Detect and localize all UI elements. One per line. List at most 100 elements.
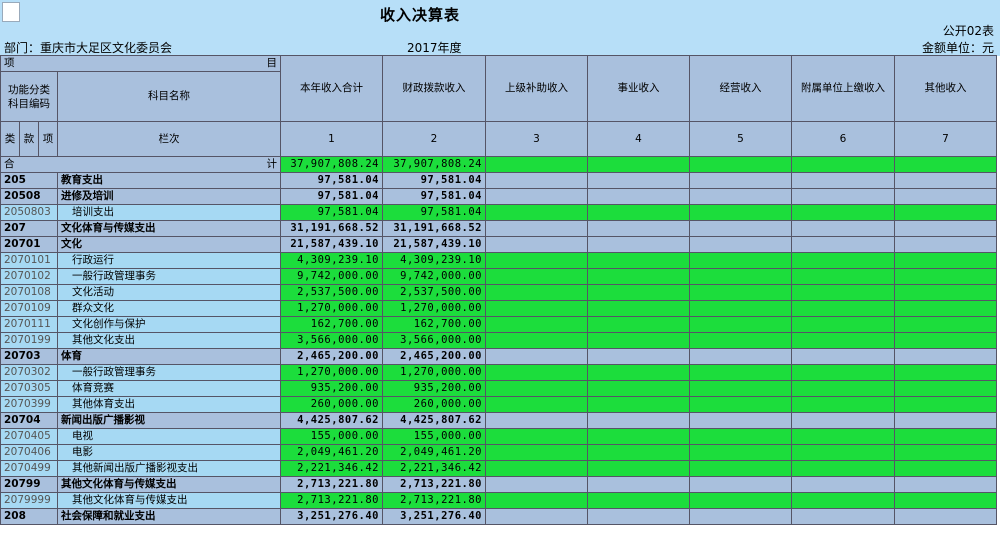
amount-col5-cell[interactable] bbox=[689, 380, 792, 397]
amount-col5-cell[interactable] bbox=[689, 236, 792, 253]
subject-name-cell[interactable]: 进修及培训 bbox=[57, 188, 281, 205]
subject-code-cell[interactable]: 2070399 bbox=[0, 396, 58, 413]
amount-col4-cell[interactable] bbox=[587, 188, 690, 205]
subject-code-cell[interactable]: 2070405 bbox=[0, 428, 58, 445]
subject-name-cell[interactable]: 电影 bbox=[57, 444, 281, 461]
amount-col5-cell[interactable] bbox=[689, 460, 792, 477]
amount-col2-cell[interactable]: 97,581.04 bbox=[382, 204, 486, 221]
amount-col7-cell[interactable] bbox=[894, 508, 997, 525]
amount-col7-cell[interactable] bbox=[894, 236, 997, 253]
amount-col6-cell[interactable] bbox=[791, 444, 895, 461]
amount-col3-cell[interactable] bbox=[485, 412, 588, 429]
subject-code-cell[interactable]: 2050803 bbox=[0, 204, 58, 221]
amount-col7-cell[interactable] bbox=[894, 284, 997, 301]
subject-name-cell[interactable]: 一般行政管理事务 bbox=[57, 268, 281, 285]
amount-col3-cell[interactable] bbox=[485, 364, 588, 381]
amount-col5-cell[interactable] bbox=[689, 172, 792, 189]
subject-code-cell[interactable]: 2070108 bbox=[0, 284, 58, 301]
amount-col6-cell[interactable] bbox=[791, 268, 895, 285]
amount-col3-cell[interactable] bbox=[485, 492, 588, 509]
amount-col1-cell[interactable]: 2,713,221.80 bbox=[280, 492, 383, 509]
amount-col5-cell[interactable] bbox=[689, 332, 792, 349]
amount-col1-cell[interactable]: 3,251,276.40 bbox=[280, 508, 383, 525]
total-col1-cell[interactable]: 37,907,808.24 bbox=[280, 156, 383, 173]
total-col5-cell[interactable] bbox=[689, 156, 792, 173]
amount-col2-cell[interactable]: 2,713,221.80 bbox=[382, 492, 486, 509]
amount-col1-cell[interactable]: 1,270,000.00 bbox=[280, 300, 383, 317]
amount-col7-cell[interactable] bbox=[894, 332, 997, 349]
subject-code-cell[interactable]: 2070406 bbox=[0, 444, 58, 461]
amount-col2-cell[interactable]: 97,581.04 bbox=[382, 172, 486, 189]
amount-col3-cell[interactable] bbox=[485, 252, 588, 269]
amount-col2-cell[interactable]: 97,581.04 bbox=[382, 188, 486, 205]
amount-col3-cell[interactable] bbox=[485, 300, 588, 317]
amount-col5-cell[interactable] bbox=[689, 396, 792, 413]
amount-col5-cell[interactable] bbox=[689, 268, 792, 285]
amount-col1-cell[interactable]: 4,309,239.10 bbox=[280, 252, 383, 269]
amount-col3-cell[interactable] bbox=[485, 204, 588, 221]
amount-col6-cell[interactable] bbox=[791, 428, 895, 445]
amount-col7-cell[interactable] bbox=[894, 204, 997, 221]
amount-col2-cell[interactable]: 3,251,276.40 bbox=[382, 508, 486, 525]
amount-col4-cell[interactable] bbox=[587, 492, 690, 509]
subject-name-cell[interactable]: 群众文化 bbox=[57, 300, 281, 317]
amount-col5-cell[interactable] bbox=[689, 476, 792, 493]
amount-col1-cell[interactable]: 260,000.00 bbox=[280, 396, 383, 413]
amount-col7-cell[interactable] bbox=[894, 220, 997, 237]
amount-col5-cell[interactable] bbox=[689, 348, 792, 365]
amount-col3-cell[interactable] bbox=[485, 348, 588, 365]
amount-col5-cell[interactable] bbox=[689, 508, 792, 525]
amount-col4-cell[interactable] bbox=[587, 364, 690, 381]
amount-col7-cell[interactable] bbox=[894, 348, 997, 365]
amount-col7-cell[interactable] bbox=[894, 428, 997, 445]
subject-name-cell[interactable]: 文化创作与保护 bbox=[57, 316, 281, 333]
amount-col1-cell[interactable]: 2,049,461.20 bbox=[280, 444, 383, 461]
amount-col2-cell[interactable]: 4,425,807.62 bbox=[382, 412, 486, 429]
subject-code-cell[interactable]: 2070111 bbox=[0, 316, 58, 333]
subject-code-cell[interactable]: 208 bbox=[0, 508, 58, 525]
amount-col6-cell[interactable] bbox=[791, 220, 895, 237]
amount-col6-cell[interactable] bbox=[791, 460, 895, 477]
amount-col5-cell[interactable] bbox=[689, 316, 792, 333]
amount-col5-cell[interactable] bbox=[689, 220, 792, 237]
amount-col4-cell[interactable] bbox=[587, 348, 690, 365]
amount-col1-cell[interactable]: 9,742,000.00 bbox=[280, 268, 383, 285]
amount-col5-cell[interactable] bbox=[689, 300, 792, 317]
amount-col6-cell[interactable] bbox=[791, 316, 895, 333]
amount-col1-cell[interactable]: 1,270,000.00 bbox=[280, 364, 383, 381]
amount-col3-cell[interactable] bbox=[485, 332, 588, 349]
amount-col4-cell[interactable] bbox=[587, 412, 690, 429]
amount-col5-cell[interactable] bbox=[689, 492, 792, 509]
subject-name-cell[interactable]: 文化活动 bbox=[57, 284, 281, 301]
amount-col2-cell[interactable]: 2,537,500.00 bbox=[382, 284, 486, 301]
amount-col3-cell[interactable] bbox=[485, 396, 588, 413]
amount-col7-cell[interactable] bbox=[894, 172, 997, 189]
subject-name-cell[interactable]: 其他文化支出 bbox=[57, 332, 281, 349]
amount-col3-cell[interactable] bbox=[485, 380, 588, 397]
amount-col7-cell[interactable] bbox=[894, 396, 997, 413]
subject-name-cell[interactable]: 教育支出 bbox=[57, 172, 281, 189]
amount-col3-cell[interactable] bbox=[485, 188, 588, 205]
amount-col1-cell[interactable]: 935,200.00 bbox=[280, 380, 383, 397]
amount-col6-cell[interactable] bbox=[791, 188, 895, 205]
amount-col6-cell[interactable] bbox=[791, 380, 895, 397]
amount-col2-cell[interactable]: 2,465,200.00 bbox=[382, 348, 486, 365]
amount-col3-cell[interactable] bbox=[485, 220, 588, 237]
amount-col7-cell[interactable] bbox=[894, 380, 997, 397]
amount-col7-cell[interactable] bbox=[894, 476, 997, 493]
amount-col7-cell[interactable] bbox=[894, 188, 997, 205]
amount-col4-cell[interactable] bbox=[587, 284, 690, 301]
total-col4-cell[interactable] bbox=[587, 156, 690, 173]
subject-code-cell[interactable]: 2070302 bbox=[0, 364, 58, 381]
amount-col1-cell[interactable]: 97,581.04 bbox=[280, 172, 383, 189]
amount-col6-cell[interactable] bbox=[791, 396, 895, 413]
amount-col2-cell[interactable]: 155,000.00 bbox=[382, 428, 486, 445]
subject-name-cell[interactable]: 文化 bbox=[57, 236, 281, 253]
amount-col2-cell[interactable]: 2,713,221.80 bbox=[382, 476, 486, 493]
amount-col1-cell[interactable]: 155,000.00 bbox=[280, 428, 383, 445]
amount-col3-cell[interactable] bbox=[485, 444, 588, 461]
amount-col6-cell[interactable] bbox=[791, 492, 895, 509]
amount-col3-cell[interactable] bbox=[485, 508, 588, 525]
amount-col4-cell[interactable] bbox=[587, 268, 690, 285]
amount-col5-cell[interactable] bbox=[689, 284, 792, 301]
